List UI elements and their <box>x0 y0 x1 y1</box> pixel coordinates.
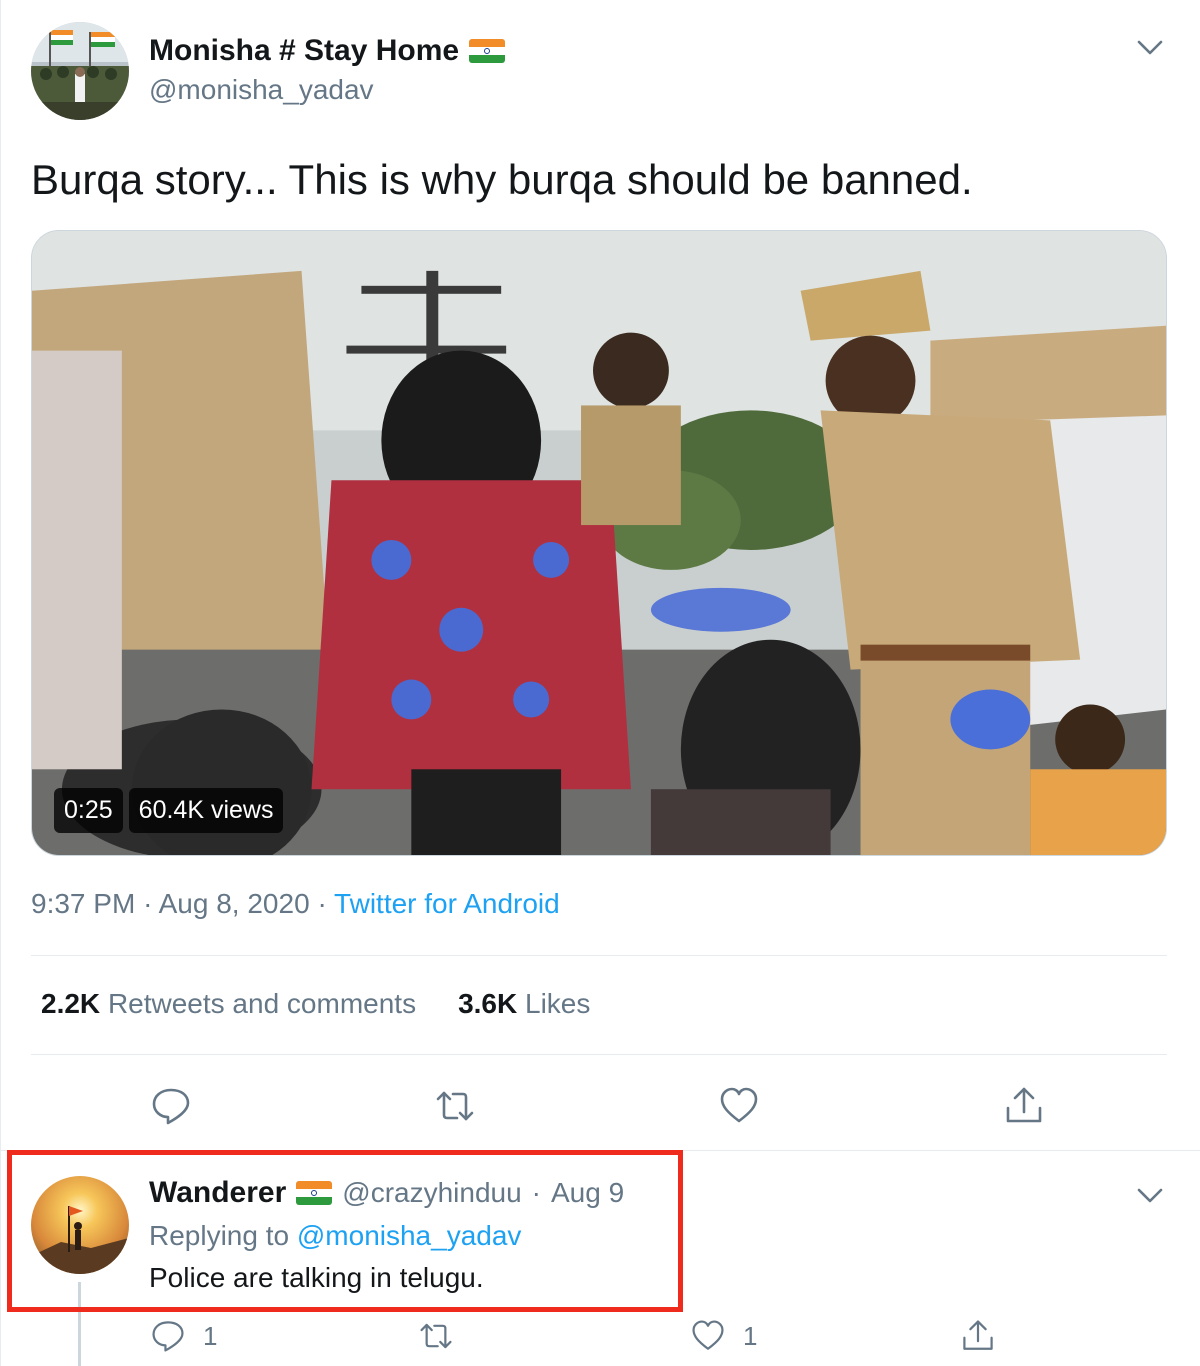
share-icon <box>963 1320 993 1350</box>
chevron-down-icon[interactable] <box>1136 1186 1164 1206</box>
divider <box>31 955 1167 956</box>
retweets-label: Retweets and comments <box>107 988 417 1019</box>
retweets-count: 2.2K <box>41 988 101 1019</box>
reply-like-count: 1 <box>743 1320 758 1351</box>
meta-separator: · <box>317 888 327 919</box>
reply-reply-button[interactable]: 1 <box>151 1318 217 1354</box>
reply-reply-count: 1 <box>203 1320 218 1351</box>
divider <box>31 1054 1167 1055</box>
tweet-text: Burqa story... This is why burqa should … <box>31 156 973 203</box>
highlight-box <box>7 1150 683 1312</box>
video-duration: 0:25 <box>54 788 123 833</box>
video-badges: 0:25 60.4K views <box>54 788 284 833</box>
likes-count: 3.6K <box>458 988 518 1019</box>
chevron-down-icon[interactable] <box>1136 38 1164 58</box>
tweet-stats: 2.2K Retweets and comments 3.6K Likes <box>41 988 590 1020</box>
meta-separator: · <box>143 888 153 919</box>
like-icon <box>692 1320 724 1350</box>
reply-icon[interactable] <box>151 1086 191 1126</box>
share-icon[interactable] <box>1004 1086 1044 1126</box>
tweet-video[interactable]: 0:25 60.4K views <box>31 230 1167 856</box>
tweet-meta: 9:37 PM · Aug 8, 2020 · Twitter for Andr… <box>31 888 560 920</box>
retweet-icon <box>420 1323 452 1349</box>
video-frame <box>32 231 1166 855</box>
author-name-text: Monisha # Stay Home <box>149 34 460 67</box>
tweet-time[interactable]: 9:37 PM <box>31 888 135 919</box>
author-avatar[interactable] <box>31 22 129 120</box>
tweet-detail-page: Monisha # Stay Home @monisha_yadav Burqa… <box>0 0 1200 1366</box>
like-icon[interactable] <box>719 1086 759 1126</box>
reply-like-button[interactable]: 1 <box>691 1318 757 1354</box>
likes-label: Likes <box>525 988 591 1019</box>
tweet-date[interactable]: Aug 8, 2020 <box>159 888 310 919</box>
reply-icon <box>152 1321 184 1352</box>
india-flag-icon <box>469 39 506 63</box>
author-name[interactable]: Monisha # Stay Home <box>149 34 506 68</box>
tweet-source-link[interactable]: Twitter for Android <box>334 888 560 919</box>
video-views: 60.4K views <box>128 788 284 833</box>
author-handle[interactable]: @monisha_yadav <box>149 74 374 106</box>
retweet-icon[interactable] <box>435 1086 475 1126</box>
reply-retweet-button[interactable] <box>419 1318 453 1354</box>
likes-stat[interactable]: 3.6K Likes <box>458 988 590 1020</box>
retweets-stat[interactable]: 2.2K Retweets and comments <box>41 988 416 1020</box>
reply-share-button[interactable] <box>961 1318 995 1354</box>
